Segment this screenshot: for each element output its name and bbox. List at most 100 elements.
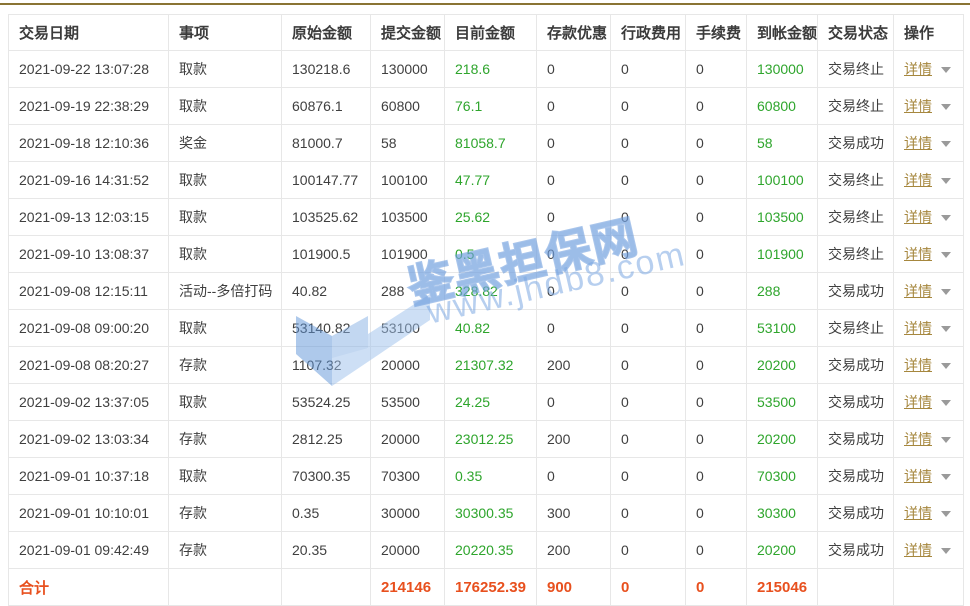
detail-link[interactable]: 详情 [904, 61, 932, 77]
cell-current: 0.35 [445, 458, 537, 495]
detail-link[interactable]: 详情 [904, 209, 932, 225]
column-header-action: 操作 [894, 15, 964, 51]
table-row: 2021-09-01 10:37:18取款70300.35703000.3500… [9, 458, 964, 495]
cell-status: 交易终止 [818, 199, 894, 236]
total-row: 合计214146176252.3990000215046 [9, 569, 964, 606]
chevron-down-icon[interactable] [941, 289, 951, 295]
cell-fee: 0 [686, 51, 747, 88]
cell-arrival: 20200 [747, 532, 818, 569]
detail-link[interactable]: 详情 [904, 246, 932, 262]
chevron-down-icon[interactable] [941, 548, 951, 554]
cell-status: 交易成功 [818, 125, 894, 162]
cell-arrival: 70300 [747, 458, 818, 495]
cell-date: 2021-09-16 14:31:52 [9, 162, 169, 199]
cell-current: 30300.35 [445, 495, 537, 532]
cell-admin_fee: 0 [611, 310, 686, 347]
cell-original: 81000.7 [282, 125, 371, 162]
cell-arrival: 53500 [747, 384, 818, 421]
chevron-down-icon[interactable] [941, 104, 951, 110]
cell-submitted: 101900 [371, 236, 445, 273]
column-header-fee: 手续费 [686, 15, 747, 51]
detail-link[interactable]: 详情 [904, 357, 932, 373]
cell-admin_fee: 0 [611, 199, 686, 236]
chevron-down-icon[interactable] [941, 363, 951, 369]
chevron-down-icon[interactable] [941, 67, 951, 73]
cell-arrival: 20200 [747, 421, 818, 458]
detail-link[interactable]: 详情 [904, 542, 932, 558]
table-row: 2021-09-02 13:03:34存款2812.252000023012.2… [9, 421, 964, 458]
table-row: 2021-09-01 09:42:49存款20.352000020220.352… [9, 532, 964, 569]
cell-fee: 0 [686, 162, 747, 199]
cell-admin_fee: 0 [611, 125, 686, 162]
table-row: 2021-09-08 08:20:27存款1107.322000021307.3… [9, 347, 964, 384]
cell-action: 详情 [894, 273, 964, 310]
detail-link[interactable]: 详情 [904, 283, 932, 299]
cell-item: 取款 [169, 51, 282, 88]
column-header-original: 原始金额 [282, 15, 371, 51]
cell-fee: 0 [686, 458, 747, 495]
cell-status: 交易终止 [818, 88, 894, 125]
table-row: 2021-09-16 14:31:52取款100147.7710010047.7… [9, 162, 964, 199]
cell-bonus: 0 [537, 125, 611, 162]
column-header-submitted: 提交金额 [371, 15, 445, 51]
transaction-table: 交易日期事项原始金额提交金额目前金额存款优惠行政费用手续费到帐金额交易状态操作 … [8, 14, 964, 606]
detail-link[interactable]: 详情 [904, 468, 932, 484]
cell-bonus: 0 [537, 310, 611, 347]
cell-action: 详情 [894, 421, 964, 458]
cell-item: 取款 [169, 236, 282, 273]
cell-original: 20.35 [282, 532, 371, 569]
total-status [818, 569, 894, 606]
column-header-arrival: 到帐金额 [747, 15, 818, 51]
cell-date: 2021-09-01 09:42:49 [9, 532, 169, 569]
cell-admin_fee: 0 [611, 532, 686, 569]
cell-date: 2021-09-19 22:38:29 [9, 88, 169, 125]
cell-current: 47.77 [445, 162, 537, 199]
cell-status: 交易终止 [818, 51, 894, 88]
chevron-down-icon[interactable] [941, 178, 951, 184]
cell-admin_fee: 0 [611, 347, 686, 384]
cell-item: 存款 [169, 347, 282, 384]
table-header-row: 交易日期事项原始金额提交金额目前金额存款优惠行政费用手续费到帐金额交易状态操作 [9, 15, 964, 51]
cell-fee: 0 [686, 532, 747, 569]
detail-link[interactable]: 详情 [904, 394, 932, 410]
total-bonus: 900 [537, 569, 611, 606]
chevron-down-icon[interactable] [941, 141, 951, 147]
cell-admin_fee: 0 [611, 88, 686, 125]
detail-link[interactable]: 详情 [904, 431, 932, 447]
detail-link[interactable]: 详情 [904, 172, 932, 188]
cell-admin_fee: 0 [611, 51, 686, 88]
cell-item: 取款 [169, 310, 282, 347]
detail-link[interactable]: 详情 [904, 505, 932, 521]
cell-arrival: 103500 [747, 199, 818, 236]
cell-status: 交易成功 [818, 421, 894, 458]
cell-arrival: 100100 [747, 162, 818, 199]
chevron-down-icon[interactable] [941, 474, 951, 480]
chevron-down-icon[interactable] [941, 215, 951, 221]
cell-current: 76.1 [445, 88, 537, 125]
cell-action: 详情 [894, 495, 964, 532]
cell-current: 24.25 [445, 384, 537, 421]
cell-arrival: 58 [747, 125, 818, 162]
detail-link[interactable]: 详情 [904, 98, 932, 114]
column-header-bonus: 存款优惠 [537, 15, 611, 51]
cell-action: 详情 [894, 310, 964, 347]
detail-link[interactable]: 详情 [904, 320, 932, 336]
detail-link[interactable]: 详情 [904, 135, 932, 151]
cell-submitted: 103500 [371, 199, 445, 236]
chevron-down-icon[interactable] [941, 252, 951, 258]
chevron-down-icon[interactable] [941, 400, 951, 406]
chevron-down-icon[interactable] [941, 437, 951, 443]
column-header-item: 事项 [169, 15, 282, 51]
cell-fee: 0 [686, 273, 747, 310]
total-action [894, 569, 964, 606]
cell-status: 交易终止 [818, 236, 894, 273]
cell-original: 0.35 [282, 495, 371, 532]
cell-item: 存款 [169, 495, 282, 532]
cell-submitted: 53100 [371, 310, 445, 347]
chevron-down-icon[interactable] [941, 326, 951, 332]
cell-original: 103525.62 [282, 199, 371, 236]
cell-bonus: 0 [537, 273, 611, 310]
chevron-down-icon[interactable] [941, 511, 951, 517]
cell-bonus: 200 [537, 421, 611, 458]
cell-current: 23012.25 [445, 421, 537, 458]
